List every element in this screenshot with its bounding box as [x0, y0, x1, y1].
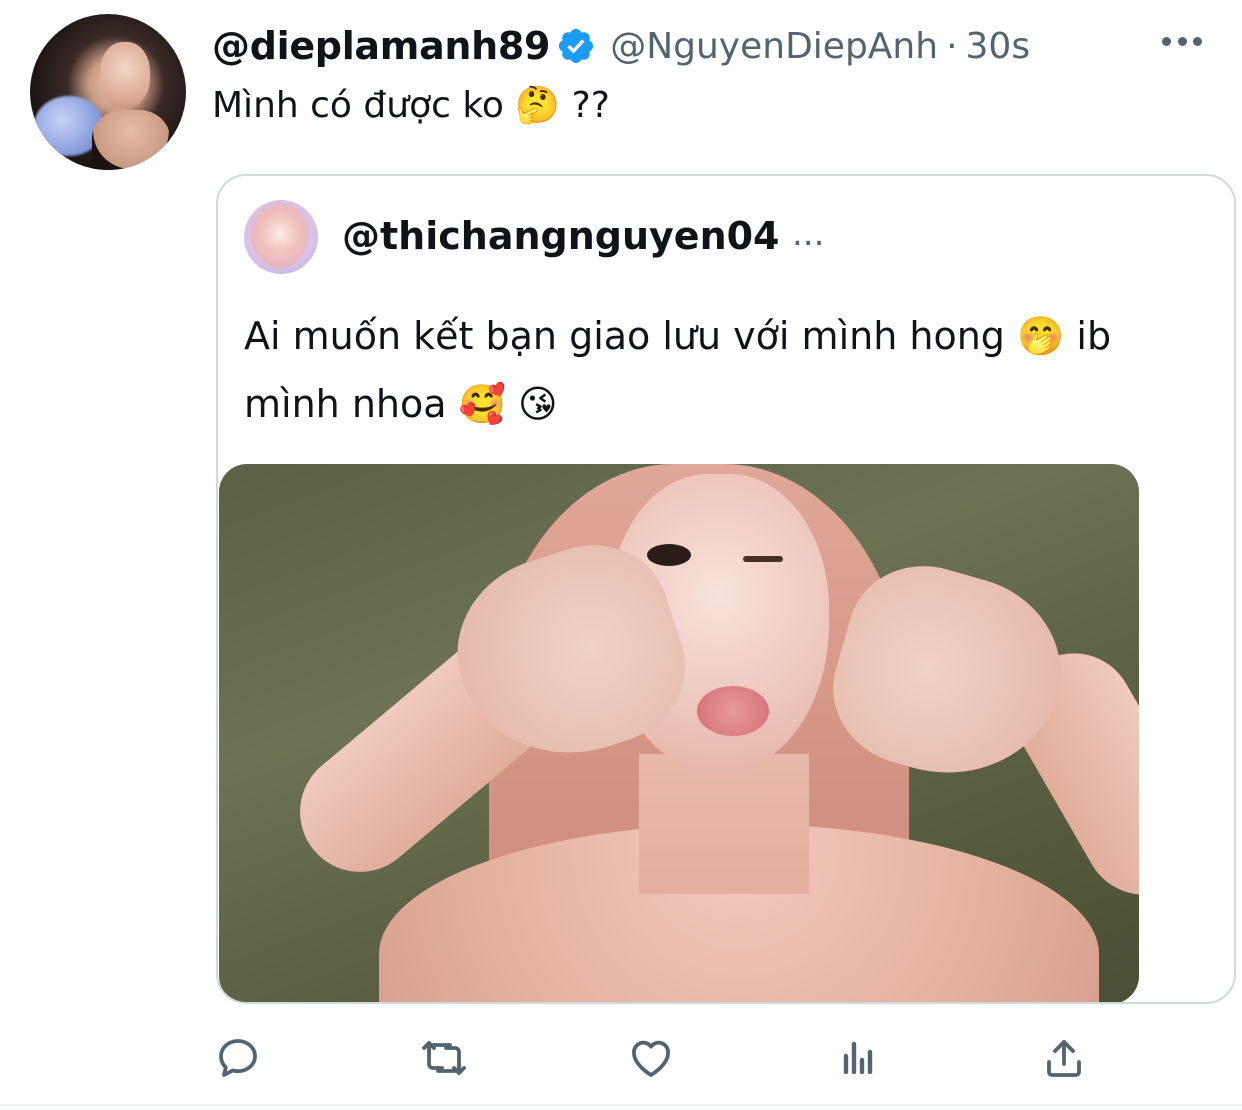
tweet-text: Mình có được ko 🤔 ??: [212, 85, 610, 126]
author-avatar[interactable]: [30, 14, 186, 170]
more-dot-icon: [1193, 36, 1202, 46]
view-analytics-button[interactable]: [830, 1030, 886, 1086]
quoted-author-handle: @thichangnguyen04: [342, 214, 780, 258]
reply-icon: [219, 1039, 257, 1077]
author-display-name[interactable]: @dieplamanh89: [212, 24, 551, 68]
quoted-tweet-card[interactable]: @thichangnguyen04 ... Ai muốn kết bạn gi…: [216, 174, 1236, 1004]
share-icon: [1047, 1040, 1081, 1077]
quoted-tweet-photo[interactable]: [219, 464, 1139, 1002]
header-separator: ·: [946, 25, 958, 67]
quoted-author-avatar: [244, 200, 318, 274]
more-dot-icon: [1162, 36, 1171, 46]
tweet-timestamp[interactable]: 30s: [966, 26, 1031, 67]
quoted-avatar-detail: [252, 206, 308, 268]
analytics-icon: [843, 1041, 873, 1075]
tweet-action-bar: [210, 1030, 1100, 1086]
heart-icon: [632, 1040, 670, 1077]
avatar-body-detail: [92, 110, 170, 170]
photo-left-eye: [647, 544, 691, 566]
photo-right-eye: [743, 556, 783, 562]
more-options-button[interactable]: [1156, 24, 1208, 58]
retweet-icon: [422, 1041, 466, 1075]
quoted-handle-ellipsis: ...: [792, 214, 825, 254]
photo-neck: [639, 754, 809, 894]
reply-button[interactable]: [210, 1030, 266, 1086]
tweet-divider: [0, 1104, 1242, 1106]
verified-badge-icon: [559, 28, 594, 64]
author-handle[interactable]: @NguyenDiepAnh: [610, 26, 938, 67]
avatar-face-detail: [100, 42, 150, 108]
share-button[interactable]: [1036, 1030, 1092, 1086]
retweet-button[interactable]: [416, 1030, 472, 1086]
more-dot-icon: [1177, 36, 1187, 46]
like-button[interactable]: [623, 1030, 679, 1086]
photo-lips: [697, 686, 769, 736]
quoted-tweet-text: Ai muốn kết bạn giao lưu với mình hong 🤭…: [244, 314, 1112, 426]
tweet-header: @dieplamanh89 @NguyenDiepAnh · 30s: [212, 20, 1030, 72]
